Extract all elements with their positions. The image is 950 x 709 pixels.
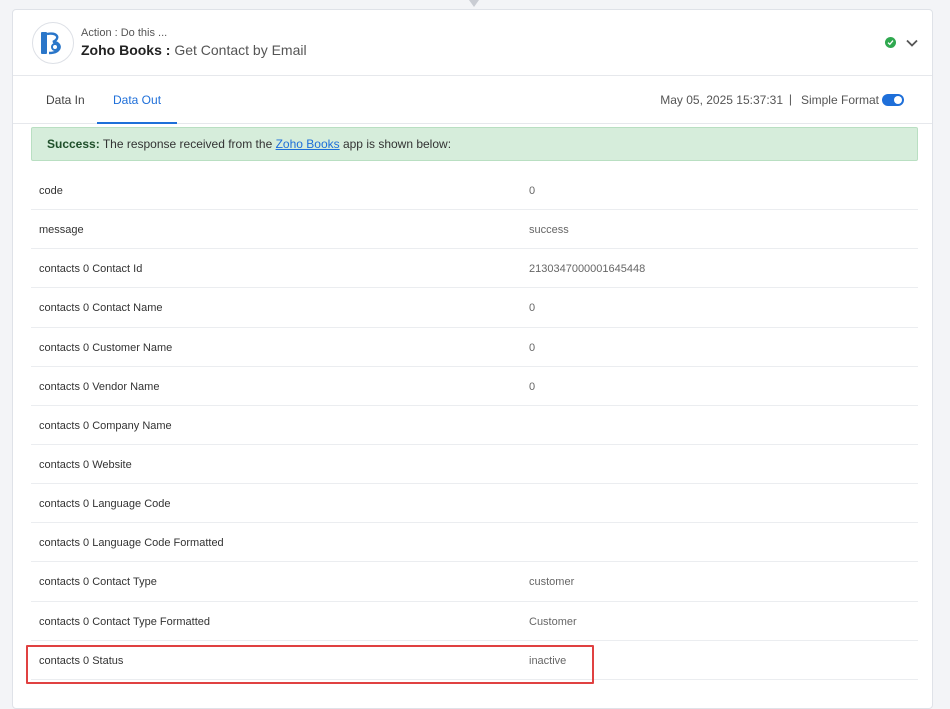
row-key: contacts 0 Contact Type <box>39 576 157 589</box>
table-row: contacts 0 Language Code Formatted <box>31 523 918 563</box>
toolbar-separator: | <box>788 92 792 106</box>
row-key: contacts 0 Status <box>39 654 124 667</box>
simple-format-toggle[interactable] <box>882 94 904 106</box>
row-key: contacts 0 Customer Name <box>39 341 173 354</box>
row-key: contacts 0 Contact Name <box>39 302 163 315</box>
table-row: contacts 0 Contact Type customer <box>31 562 918 602</box>
row-key: contacts 0 Language Code Formatted <box>39 537 224 550</box>
simple-format-label: Simple Format <box>800 93 879 107</box>
step-title: Zoho Books : Get Contact by Email <box>81 42 307 58</box>
row-value: 0 <box>529 302 536 315</box>
table-row: contacts 0 Vendor Name 0 <box>31 367 918 406</box>
step-subtitle: Action : Do this ... <box>81 27 168 39</box>
success-banner: Success: The response received from the … <box>31 127 918 161</box>
table-row: contacts 0 Company Name <box>31 406 918 445</box>
response-table: code 0 message success contacts 0 Contact … <box>31 171 918 680</box>
table-row: code 0 <box>31 171 918 211</box>
action-step-card: Action : Do this ... Zoho Books : Get Co… <box>12 9 933 709</box>
table-row: message success <box>31 210 918 250</box>
table-row: contacts 0 Customer Name 0 <box>31 328 918 367</box>
table-row: contacts 0 Website <box>31 445 918 485</box>
row-value: 0 <box>529 185 536 197</box>
row-value: inactive <box>529 654 567 667</box>
row-value: 0 <box>529 380 536 393</box>
row-value: 2130347000001645448 <box>529 263 646 276</box>
row-key: contacts 0 Contact Id <box>39 263 143 276</box>
table-row: contacts 0 Status inactive <box>31 641 918 680</box>
row-key: contacts 0 Company Name <box>39 419 172 432</box>
tabs-bar: Data In Data Out May 05, 2025 15:37:31 |… <box>13 76 932 124</box>
row-key: code <box>39 185 63 197</box>
banner-text-after: app is shown below: <box>339 137 452 151</box>
connector-arrow-icon <box>469 0 479 7</box>
row-value: success <box>529 224 569 237</box>
row-key: contacts 0 Language Code <box>39 498 171 511</box>
success-label: Success: <box>47 137 100 151</box>
tab-data-out[interactable]: Data Out <box>97 76 178 124</box>
row-value: Customer <box>529 615 577 628</box>
row-value: 0 <box>529 341 536 354</box>
row-key: contacts 0 Vendor Name <box>39 380 160 393</box>
table-row: contacts 0 Contact Type Formatted Custome… <box>31 602 918 641</box>
row-value: customer <box>529 576 575 589</box>
banner-text-before: The response received from the <box>99 137 276 151</box>
action-name: Get Contact by Email <box>174 42 307 58</box>
row-key: contacts 0 Contact Type Formatted <box>39 615 210 628</box>
response-timestamp: May 05, 2025 15:37:31 <box>660 93 783 107</box>
check-circle-icon <box>885 37 896 48</box>
chevron-down-icon[interactable] <box>905 36 919 50</box>
row-key: contacts 0 Website <box>39 458 132 471</box>
table-row: contacts 0 Contact Id 2130347000001645448 <box>31 249 918 289</box>
row-key: message <box>39 224 84 237</box>
step-header[interactable]: Action : Do this ... Zoho Books : Get Co… <box>13 10 932 76</box>
zoho-books-link[interactable]: Zoho Books <box>276 137 340 151</box>
zoho-books-logo-icon <box>32 22 74 64</box>
tab-data-in[interactable]: Data In <box>30 76 101 124</box>
table-row: contacts 0 Language Code <box>31 484 918 524</box>
table-row: contacts 0 Contact Name 0 <box>31 288 918 328</box>
app-name: Zoho Books : <box>81 42 171 58</box>
